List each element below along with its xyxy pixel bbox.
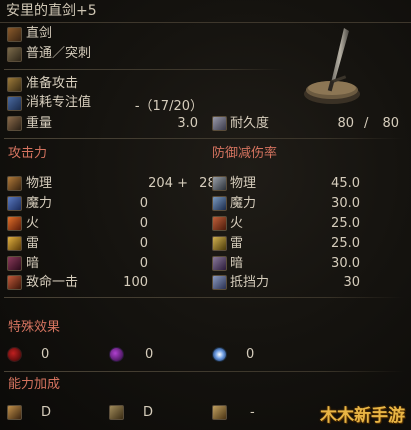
fp-label: 消耗专注值 xyxy=(26,95,92,110)
scaling-value: - xyxy=(250,405,255,420)
physical-attack-icon xyxy=(7,176,22,191)
attack-value: 0 xyxy=(139,256,148,271)
fp-value: -（17/20） xyxy=(134,99,203,114)
divider xyxy=(4,69,284,70)
durability-icon xyxy=(212,116,227,131)
defense-label: 抵挡力 xyxy=(230,275,270,290)
defense-header: 防御减伤率 xyxy=(212,146,278,161)
magic-attack-icon xyxy=(7,196,22,211)
physical-defense-icon xyxy=(212,176,227,191)
lightning-attack-icon xyxy=(7,236,22,251)
attack-value: 0 xyxy=(139,196,148,211)
scaling-header: 能力加成 xyxy=(8,377,61,392)
dexterity-icon xyxy=(109,405,124,420)
poison-icon xyxy=(109,347,124,362)
magic-defense-icon xyxy=(212,196,227,211)
defense-label: 雷 xyxy=(230,236,244,251)
scaling-value: D xyxy=(143,405,154,420)
divider xyxy=(4,371,404,372)
weapon-type: 直剑 xyxy=(26,26,53,41)
defense-label: 魔力 xyxy=(230,196,257,211)
watermark: 木木新手游 xyxy=(320,406,405,426)
skill-icon xyxy=(7,77,22,92)
defense-value: 25.0 xyxy=(331,216,360,231)
defense-label: 暗 xyxy=(230,256,244,271)
weapon-title: 安里的直剑+5 xyxy=(6,3,97,19)
defense-value: 30.0 xyxy=(331,256,360,271)
attack-value: 0 xyxy=(139,216,148,231)
item-detail-panel: 安里的直剑+5 直剑 普通／突刺 准备攻击 消耗专注值 -（17/20） 重量 … xyxy=(0,0,411,430)
effect-value: 0 xyxy=(41,347,50,362)
attack-value: 204 + xyxy=(148,176,188,191)
skill-name: 准备攻击 xyxy=(26,76,79,91)
weapon-type-icon xyxy=(7,27,22,42)
attack-label: 物理 xyxy=(26,176,53,191)
attack-label: 雷 xyxy=(26,236,40,251)
defense-value: 30 xyxy=(343,275,360,290)
attack-label: 魔力 xyxy=(26,196,53,211)
attack-label: 致命一击 xyxy=(26,275,79,290)
defense-label: 火 xyxy=(230,216,244,231)
bleed-icon xyxy=(7,347,22,362)
attack-header: 攻击力 xyxy=(8,146,48,161)
durability-max: 80 xyxy=(382,116,399,131)
fire-attack-icon xyxy=(7,216,22,231)
intelligence-icon xyxy=(212,405,227,420)
strength-icon xyxy=(7,405,22,420)
effects-header: 特殊效果 xyxy=(8,320,61,335)
fire-defense-icon xyxy=(212,216,227,231)
defense-value: 30.0 xyxy=(331,196,360,211)
weight-value: 3.0 xyxy=(177,116,198,131)
durability-separator: / xyxy=(364,116,369,131)
effect-value: 0 xyxy=(145,347,154,362)
defense-value: 25.0 xyxy=(331,236,360,251)
lightning-defense-icon xyxy=(212,236,227,251)
divider xyxy=(4,297,404,298)
weight-label: 重量 xyxy=(26,116,53,131)
fp-icon xyxy=(7,96,22,111)
defense-value: 45.0 xyxy=(331,176,360,191)
attack-type: 普通／突刺 xyxy=(26,46,92,61)
weapon-image xyxy=(304,28,360,104)
dark-attack-icon xyxy=(7,256,22,271)
weight-icon xyxy=(7,116,22,131)
attack-value: 100 xyxy=(123,275,148,290)
durability-label: 耐久度 xyxy=(230,116,270,131)
attack-value: 0 xyxy=(139,236,148,251)
attack-label: 火 xyxy=(26,216,40,231)
durability-current: 80 xyxy=(337,116,354,131)
critical-icon xyxy=(7,275,22,290)
frost-icon xyxy=(212,347,227,362)
stability-icon xyxy=(212,275,227,290)
defense-label: 物理 xyxy=(230,176,257,191)
attack-type-icon xyxy=(7,47,22,62)
scaling-value: D xyxy=(41,405,52,420)
attack-label: 暗 xyxy=(26,256,40,271)
effect-value: 0 xyxy=(246,347,255,362)
dark-defense-icon xyxy=(212,256,227,271)
title-divider xyxy=(0,22,411,23)
divider xyxy=(4,138,404,139)
